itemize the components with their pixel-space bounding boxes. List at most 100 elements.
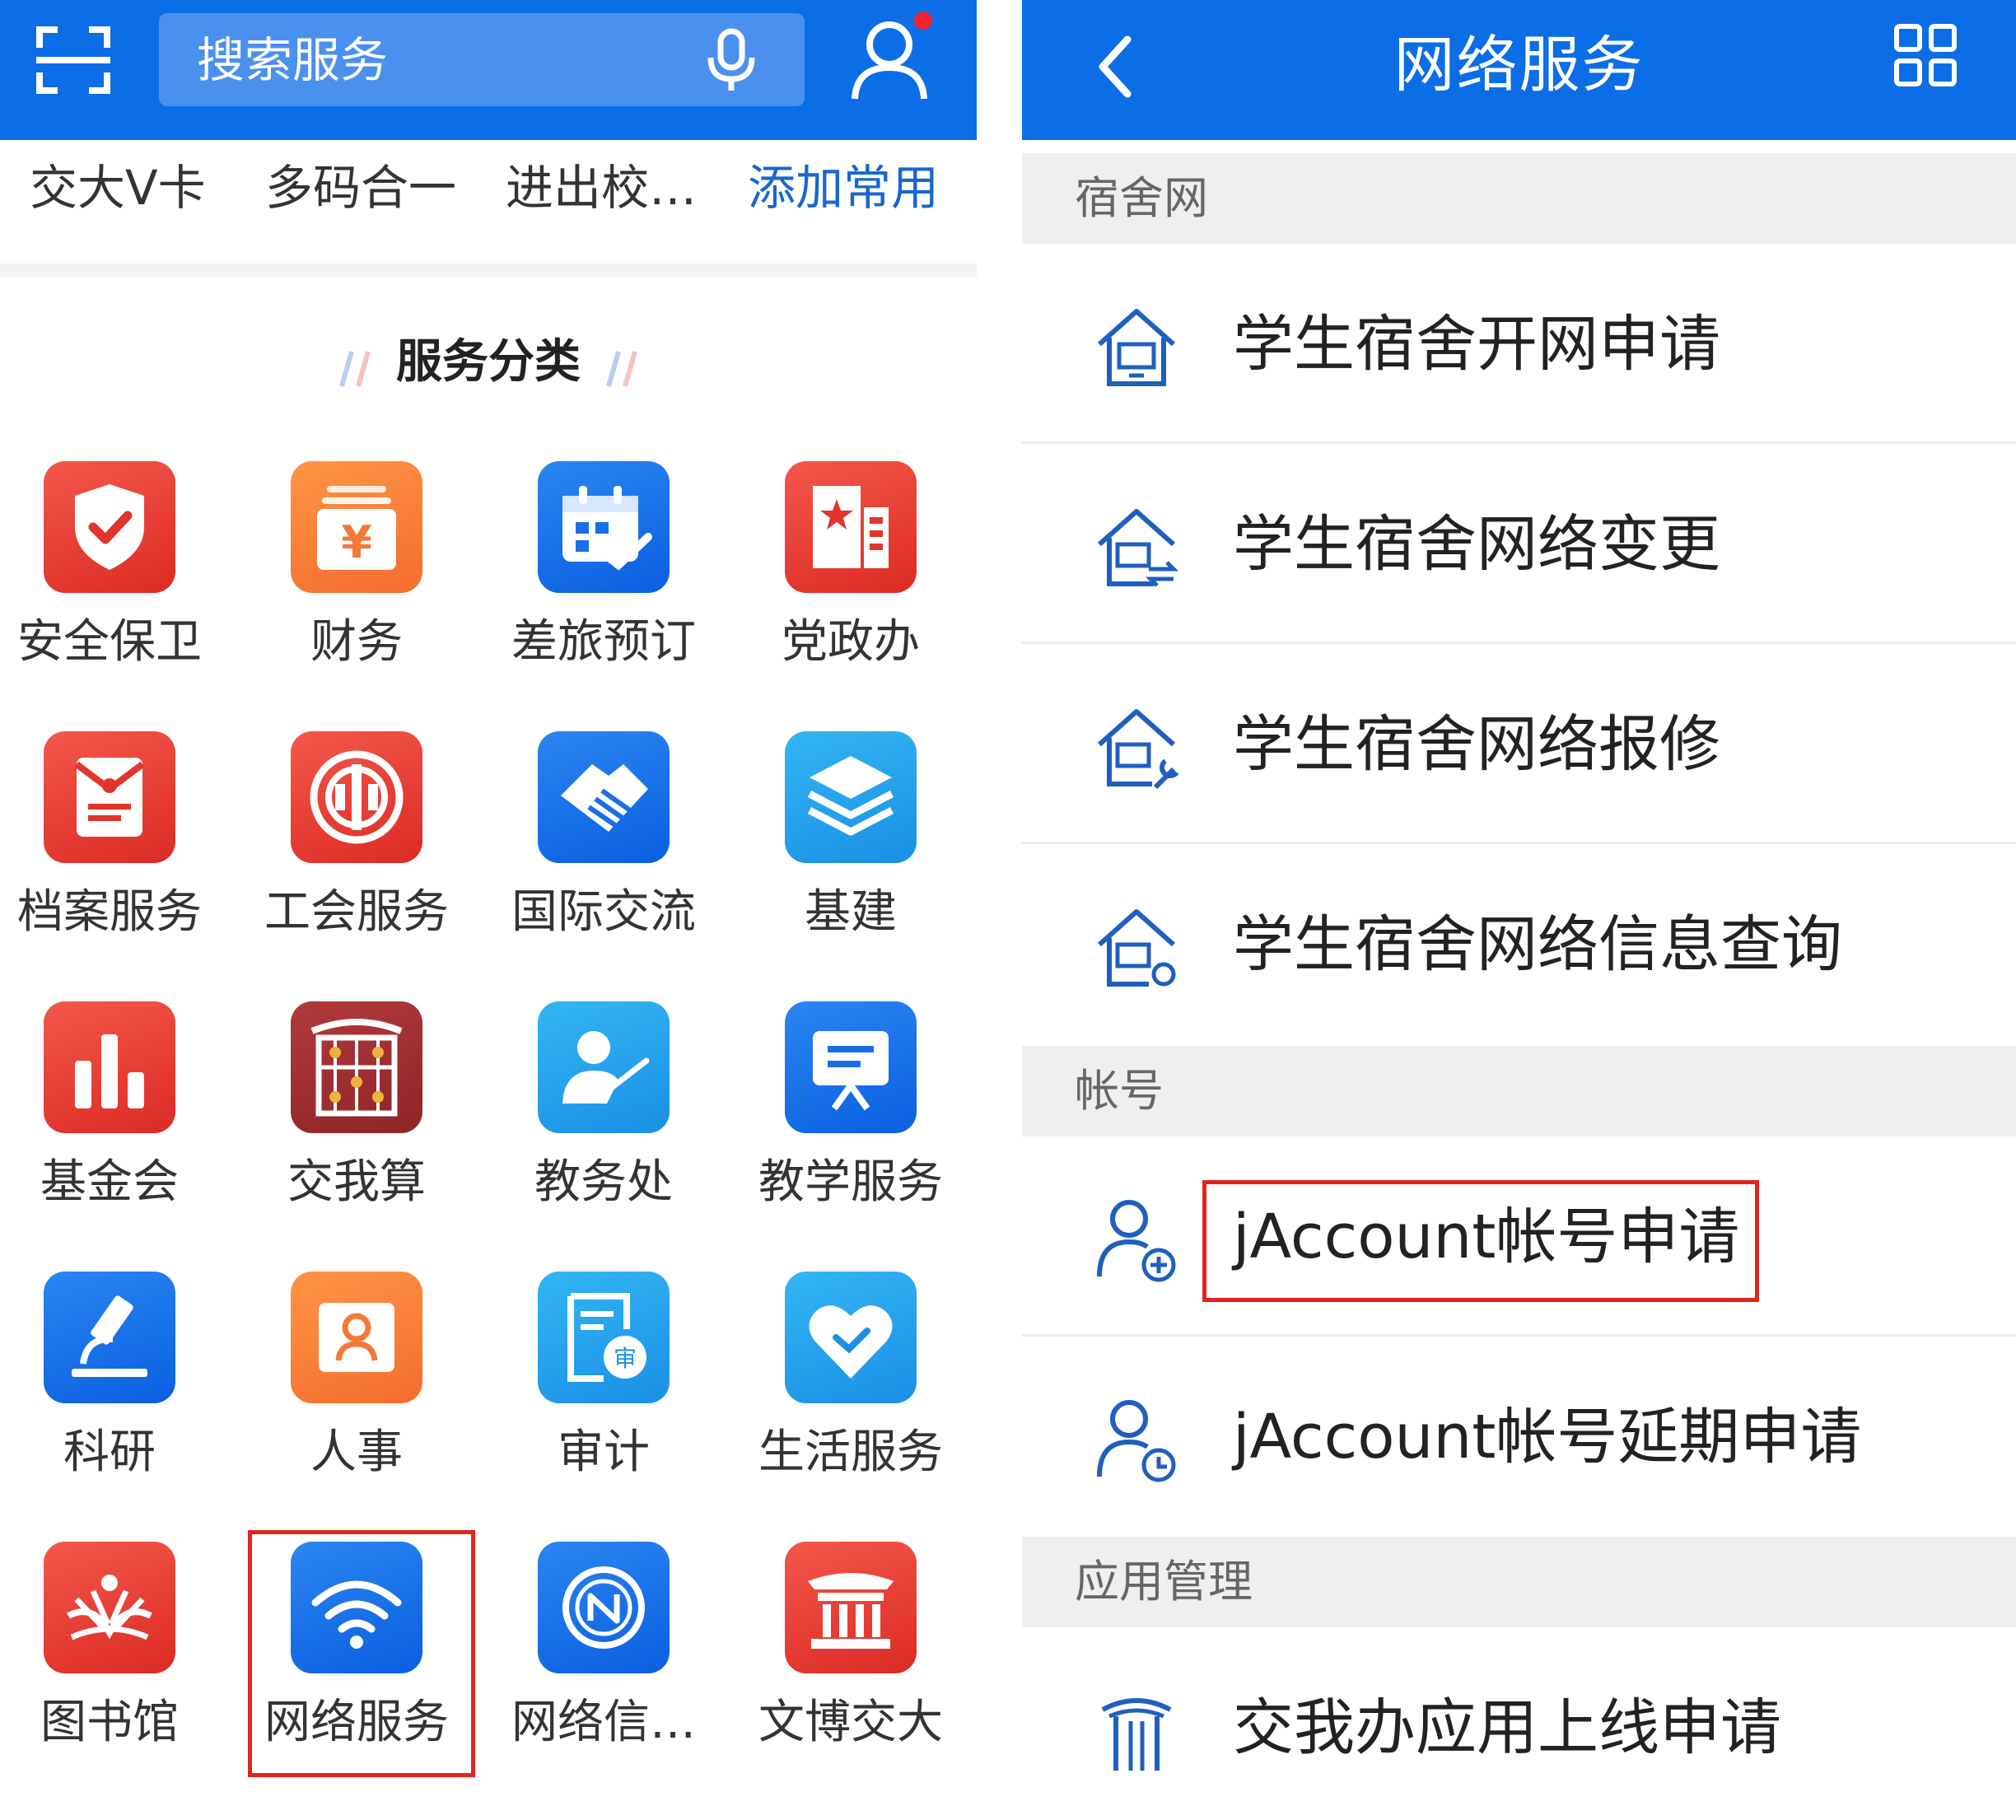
service-foundation[interactable]: 基金会 [0,1001,216,1248]
service-label: 教学服务 [758,1155,943,1209]
calendar-booking-icon [538,461,670,593]
service-library[interactable]: 图书馆 [0,1542,216,1789]
service-finance[interactable]: ¥ 财务 [216,461,463,708]
union-emblem-icon [291,731,422,863]
list-item-dorm-network-repair[interactable]: 学生宿舍网络报修 [1022,644,2016,844]
house-wrench-icon [1098,709,1179,790]
service-label: 党政办 [782,615,920,669]
service-travel-booking[interactable]: 差旅预订 [463,461,710,708]
service-construction[interactable]: 基建 [710,731,957,978]
service-label: 图书馆 [40,1696,179,1749]
page-title: 网络服务 [1393,30,1645,100]
service-network-info[interactable]: 网络信… [463,1542,710,1789]
shield-check-icon [44,461,175,593]
microphone-icon[interactable] [702,28,760,94]
list-item-app-launch-apply[interactable]: 交我办应用上线申请 [1022,1627,2016,1820]
list-item-label: 学生宿舍网络变更 [1233,509,1720,580]
top-bar: 搜索服务 [0,0,977,140]
top-bar: 网络服务 [1022,0,2016,140]
house-computer-icon [1098,309,1175,386]
handshake-icon [538,731,670,863]
service-academic-affairs[interactable]: 教务处 [463,1001,710,1248]
quick-item-campus-access[interactable]: 进出校… [506,155,697,221]
service-label: 安全保卫 [17,615,202,669]
add-frequent-button[interactable]: 添加常用 [748,155,939,221]
service-label: 网络信… [511,1696,696,1749]
archive-envelope-icon [44,731,175,863]
group-header-dorm-network: 宿舍网 [1022,153,2016,244]
section-title: 服务分类 [396,335,581,389]
group-title: 应用管理 [1075,1556,1253,1608]
frequent-services-bar: 交大V卡 多码合一 进出校… 添加常用 [0,140,977,264]
list-item-dorm-network-open[interactable]: 学生宿舍开网申请 [1022,244,2016,444]
slash-decoration-icon [339,350,371,387]
service-label: 工会服务 [264,885,449,939]
list-item-label: jAccount帐号延期申请 [1233,1402,1862,1472]
service-research[interactable]: 科研 [0,1272,216,1519]
service-archives[interactable]: 档案服务 [0,731,216,978]
network-service-screen: 网络服务 宿舍网 学生宿舍开网申请 学生宿舍网络变更 学生宿舍网络报修 学生宿舍… [1022,0,2016,1820]
person-card-icon [291,1272,422,1403]
microscope-icon [44,1272,175,1403]
search-placeholder: 搜索服务 [197,32,389,88]
notification-dot [914,12,932,30]
scan-icon[interactable] [36,26,110,94]
user-clock-icon [1097,1400,1176,1482]
service-audit[interactable]: 审 审计 [463,1272,710,1519]
service-label: 人事 [310,1426,403,1479]
service-museum[interactable]: 文博交大 [710,1542,957,1789]
service-label: 审计 [558,1426,650,1479]
service-party-office[interactable]: 党政办 [710,461,957,708]
user-add-icon [1097,1200,1176,1282]
svg-text:¥: ¥ [341,516,372,568]
quick-item-multi-code[interactable]: 多码合一 [265,155,456,221]
gate-pavilion-icon [1101,1698,1172,1771]
list-item-label: 学生宿舍网络信息查询 [1233,909,1842,980]
section-divider [0,264,977,277]
service-life[interactable]: 生活服务 [710,1272,957,1519]
service-hr[interactable]: 人事 [216,1272,463,1519]
service-label: 国际交流 [511,885,696,939]
service-label: 档案服务 [17,885,202,939]
service-label: 基金会 [40,1155,179,1209]
service-teaching[interactable]: 教学服务 [710,1001,957,1248]
group-title: 帐号 [1075,1065,1164,1117]
list-item-label: 学生宿舍开网申请 [1233,309,1720,380]
service-label: 生活服务 [758,1426,943,1479]
screenshot-composite: 搜索服务 交大V卡 多码合一 进出校… 添加常用 服务分类 安全保卫 ¥ 财务 … [0,0,2016,1820]
svg-text:审: 审 [614,1345,637,1372]
teacher-icon [538,1001,670,1133]
layers-icon [785,731,917,863]
service-label: 文博交大 [758,1696,943,1749]
grid-menu-icon[interactable] [1893,23,1958,87]
service-label: 基建 [805,885,897,939]
service-label: 交我算 [287,1155,426,1209]
service-label: 财务 [310,615,403,669]
service-international[interactable]: 国际交流 [463,731,710,978]
service-label: 科研 [63,1426,156,1479]
service-home-screen: 搜索服务 交大V卡 多码合一 进出校… 添加常用 服务分类 安全保卫 ¥ 财务 … [0,0,977,1820]
party-building-icon [785,461,917,593]
service-label: 教务处 [534,1155,673,1209]
service-label: 差旅预订 [511,615,696,669]
service-security[interactable]: 安全保卫 [0,461,216,708]
quick-item-vcard[interactable]: 交大V卡 [30,155,206,221]
museum-gate-icon [785,1542,917,1673]
heart-icon [785,1272,917,1403]
list-item-jaccount-extend[interactable]: jAccount帐号延期申请 [1022,1337,2016,1537]
group-title: 宿舍网 [1075,172,1208,224]
search-input[interactable]: 搜索服务 [159,13,805,106]
group-header-app-management: 应用管理 [1022,1537,2016,1627]
category-header: 服务分类 [0,325,977,399]
list-item-dorm-network-query[interactable]: 学生宿舍网络信息查询 [1022,844,2016,1044]
library-emblem-icon [44,1542,175,1673]
highlight-box-jaccount-apply [1202,1180,1759,1302]
list-item-dorm-network-change[interactable]: 学生宿舍网络变更 [1022,444,2016,644]
slash-decoration-icon [606,350,637,387]
list-item-label: 学生宿舍网络报修 [1233,709,1720,780]
service-union[interactable]: 工会服务 [216,731,463,978]
user-profile-icon[interactable] [848,12,932,102]
list-item-label: 交我办应用上线申请 [1233,1692,1781,1763]
yuan-box-icon: ¥ [291,461,422,593]
service-compute[interactable]: 交我算 [216,1001,463,1248]
